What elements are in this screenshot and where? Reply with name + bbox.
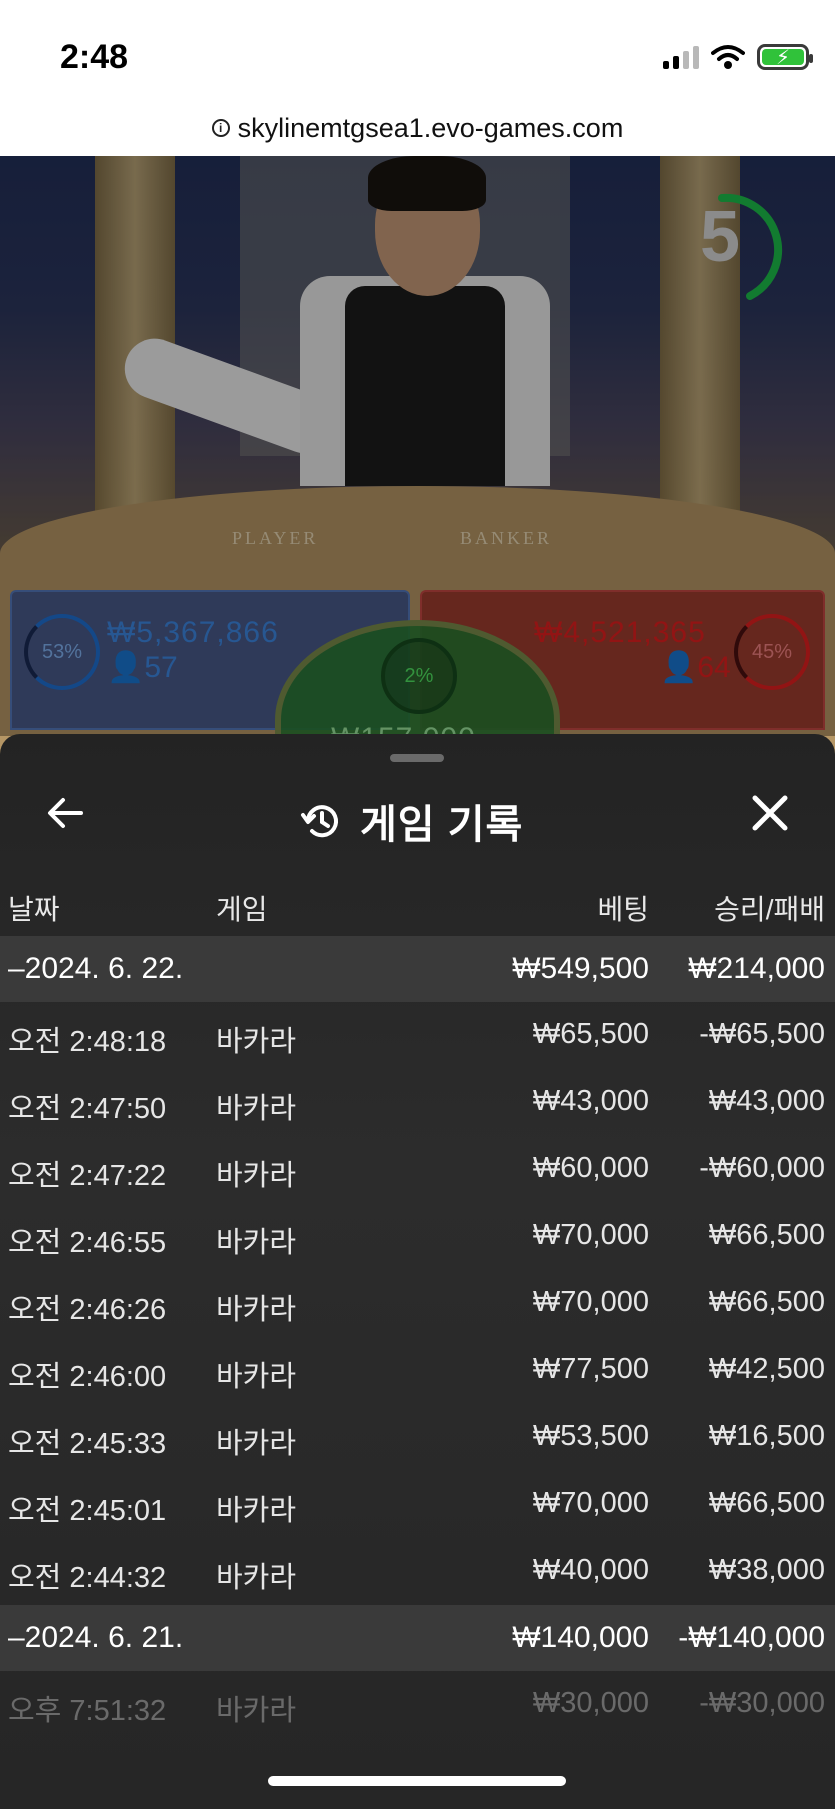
row-time: 오전 2:47:50: [8, 1093, 167, 1125]
close-button[interactable]: [745, 788, 795, 838]
row-bet: ₩43,000: [532, 1085, 649, 1117]
history-row[interactable]: 오전 2:45:01 바카라 ₩70,000 ₩66,500: [0, 1471, 835, 1538]
column-header: 날짜 게임 베팅 승리/패배: [0, 876, 835, 936]
row-game: 바카라: [216, 1026, 297, 1058]
history-list: –2024. 6. 22. ₩549,500 ₩214,000 오전 2:48:…: [0, 936, 835, 1738]
row-win: ₩38,000: [708, 1554, 825, 1586]
dim-overlay: [0, 156, 835, 736]
status-icons: ⚡: [663, 44, 813, 70]
game-history-sheet: 게임 기록 날짜 게임 베팅 승리/패배 –2024. 6. 22. ₩549,…: [0, 734, 835, 1809]
row-time: 오전 2:44:32: [8, 1562, 167, 1594]
url-text: skylinemtgsea1.evo-games.com: [237, 112, 624, 143]
history-row[interactable]: 오전 2:47:50 바카라 ₩43,000 ₩43,000: [0, 1069, 835, 1136]
row-bet: ₩40,000: [532, 1554, 649, 1586]
row-bet: ₩30,000: [532, 1687, 649, 1719]
row-win: ₩43,000: [708, 1085, 825, 1117]
address-bar[interactable]: i skylinemtgsea1.evo-games.com: [0, 100, 835, 156]
history-row[interactable]: 오전 2:44:32 바카라 ₩40,000 ₩38,000: [0, 1538, 835, 1605]
row-bet: ₩65,500: [532, 1018, 649, 1050]
info-icon[interactable]: i: [211, 119, 230, 137]
col-game: 게임: [216, 894, 268, 925]
row-game: 바카라: [216, 1227, 297, 1259]
wifi-icon: [711, 45, 745, 69]
history-icon: [301, 805, 338, 838]
row-game: 바카라: [216, 1562, 297, 1594]
group-total-bet: ₩549,500: [512, 952, 649, 985]
col-win-loss: 승리/패배: [714, 894, 825, 925]
row-win: ₩42,500: [708, 1353, 825, 1385]
row-win: ₩16,500: [708, 1420, 825, 1452]
group-total-win: ₩214,000: [688, 952, 825, 985]
row-game: 바카라: [216, 1428, 297, 1460]
history-row[interactable]: 오전 2:45:33 바카라 ₩53,500 ₩16,500: [0, 1404, 835, 1471]
date-group-header[interactable]: –2024. 6. 21. ₩140,000 -₩140,000: [0, 1605, 835, 1671]
row-time: 오전 2:46:26: [8, 1294, 167, 1326]
status-time: 2:48: [60, 38, 129, 76]
history-row[interactable]: 오전 2:47:22 바카라 ₩60,000 -₩60,000: [0, 1136, 835, 1203]
history-row[interactable]: 오전 2:46:26 바카라 ₩70,000 ₩66,500: [0, 1270, 835, 1337]
row-time: 오전 2:45:01: [8, 1495, 167, 1527]
history-row[interactable]: 오전 2:46:00 바카라 ₩77,500 ₩42,500: [0, 1337, 835, 1404]
history-row[interactable]: 오전 2:48:18 바카라 ₩65,500 -₩65,500: [0, 1002, 835, 1069]
sheet-title-text: 게임 기록: [360, 803, 524, 847]
row-time: 오후 7:51:32: [8, 1695, 167, 1727]
row-game: 바카라: [216, 1093, 297, 1125]
close-icon: [752, 795, 788, 831]
group-total-bet: ₩140,000: [512, 1621, 649, 1654]
battery-charging-icon: ⚡: [757, 44, 813, 70]
date-group-header[interactable]: –2024. 6. 22. ₩549,500 ₩214,000: [0, 936, 835, 1002]
row-win: -₩30,000: [699, 1687, 825, 1719]
col-date: 날짜: [8, 894, 60, 925]
row-win: ₩66,500: [708, 1487, 825, 1519]
row-bet: ₩70,000: [532, 1286, 649, 1318]
sheet-header: 게임 기록: [0, 774, 835, 854]
group-date: –2024. 6. 22.: [8, 952, 184, 985]
cellular-signal-icon: [663, 45, 699, 69]
row-time: 오전 2:46:00: [8, 1361, 167, 1393]
row-bet: ₩70,000: [532, 1487, 649, 1519]
row-time: 오전 2:48:18: [8, 1026, 167, 1058]
row-time: 오전 2:47:22: [8, 1160, 167, 1192]
row-game: 바카라: [216, 1695, 297, 1727]
row-time: 오전 2:45:33: [8, 1428, 167, 1460]
arrow-left-icon: [48, 798, 83, 828]
status-bar: 2:48 ⚡: [0, 0, 835, 100]
row-bet: ₩53,500: [532, 1420, 649, 1452]
sheet-drag-handle[interactable]: [390, 754, 444, 762]
row-game: 바카라: [216, 1294, 297, 1326]
home-indicator[interactable]: [268, 1776, 566, 1786]
history-row[interactable]: 오후 7:51:32 바카라 ₩30,000 -₩30,000: [0, 1671, 835, 1738]
row-bet: ₩70,000: [532, 1219, 649, 1251]
row-bet: ₩77,500: [532, 1353, 649, 1385]
history-row[interactable]: 오전 2:46:55 바카라 ₩70,000 ₩66,500: [0, 1203, 835, 1270]
back-button[interactable]: [40, 788, 90, 838]
row-game: 바카라: [216, 1160, 297, 1192]
row-win: ₩66,500: [708, 1286, 825, 1318]
row-win: -₩65,500: [699, 1018, 825, 1050]
group-total-win: -₩140,000: [678, 1621, 825, 1654]
sheet-title: 게임 기록: [300, 792, 523, 850]
row-win: ₩66,500: [708, 1219, 825, 1251]
row-win: -₩60,000: [699, 1152, 825, 1184]
row-game: 바카라: [216, 1495, 297, 1527]
col-bet: 베팅: [597, 894, 649, 925]
row-game: 바카라: [216, 1361, 297, 1393]
row-time: 오전 2:46:55: [8, 1227, 167, 1259]
row-bet: ₩60,000: [532, 1152, 649, 1184]
group-date: –2024. 6. 21.: [8, 1621, 184, 1654]
